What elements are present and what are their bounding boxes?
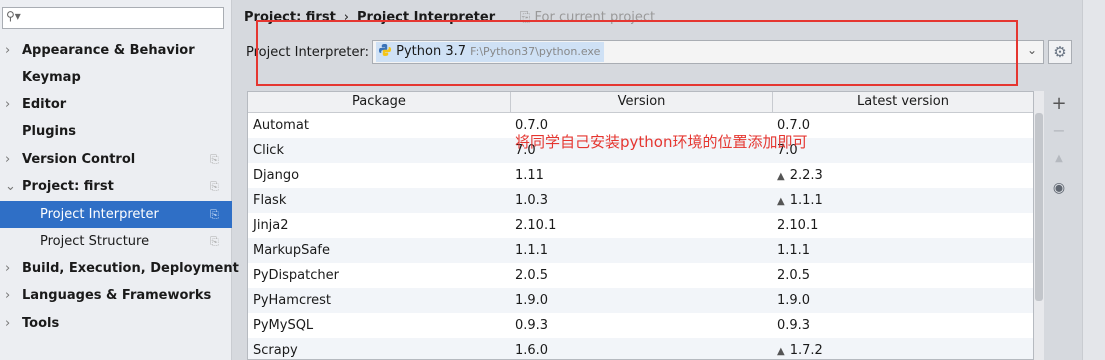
column-header-version[interactable]: Version [511, 92, 773, 112]
annotation-text: 将同学自己安装python环境的位置添加即可 [515, 133, 808, 151]
chevron-right-icon[interactable]: › [5, 310, 10, 337]
package-latest-version-cell: ▲ 1.7.2 [777, 343, 823, 358]
table-scrollbar[interactable] [1034, 91, 1044, 360]
package-name-cell: PyDispatcher [253, 268, 339, 283]
interpreter-settings-button[interactable]: ⚙ [1048, 40, 1072, 64]
package-latest-version-cell: 0.9.3 [777, 318, 811, 333]
package-version-cell: 1.6.0 [515, 343, 549, 358]
table-row[interactable]: PyHamcrest 1.9.0 1.9.0 [248, 288, 1033, 313]
table-row[interactable]: MarkupSafe 1.1.1 1.1.1 [248, 238, 1033, 263]
package-name-cell: MarkupSafe [253, 243, 330, 258]
package-name-cell: Automat [253, 118, 309, 133]
minus-icon: − [1052, 121, 1066, 140]
upgrade-available-icon: ▲ [777, 196, 785, 207]
gear-icon: ⚙ [1053, 43, 1067, 61]
sidebar-item-label: Project Interpreter [40, 207, 159, 222]
sidebar-item-label: Appearance & Behavior [22, 43, 195, 58]
table-row[interactable]: PyMySQL 0.9.3 0.9.3 [248, 313, 1033, 338]
package-name-cell: Django [253, 168, 300, 183]
table-row[interactable]: Django 1.11 ▲ 2.2.3 [248, 163, 1033, 188]
sidebar-item-label: Build, Execution, Deployment [22, 261, 239, 276]
table-row[interactable]: Flask 1.0.3 ▲ 1.1.1 [248, 188, 1033, 213]
package-name-cell: Click [253, 143, 284, 158]
package-name-cell: PyHamcrest [253, 293, 332, 308]
package-latest-version-cell: 1.1.1 [777, 243, 811, 258]
table-row[interactable]: Scrapy 1.6.0 ▲ 1.7.2 [248, 338, 1033, 359]
chevron-right-icon[interactable]: › [5, 255, 10, 282]
sidebar-item-label: Keymap [22, 70, 81, 85]
plus-icon: + [1051, 93, 1067, 114]
show-early-releases-button[interactable]: ◉ [1046, 180, 1072, 196]
upgrade-icon: ▲ [1055, 153, 1063, 164]
package-version-cell: 2.10.1 [515, 218, 557, 233]
package-latest-version-cell: ▲ 2.2.3 [777, 168, 823, 183]
package-version-cell: 1.9.0 [515, 293, 549, 308]
package-latest-version-cell: 2.0.5 [777, 268, 811, 283]
table-row[interactable]: Jinja2 2.10.1 2.10.1 [248, 213, 1033, 238]
sidebar-item-keymap[interactable]: Keymap [0, 64, 232, 91]
upgrade-available-icon: ▲ [777, 171, 785, 182]
package-name-cell: Flask [253, 193, 287, 208]
package-name-cell: Jinja2 [253, 218, 289, 233]
package-latest-version-cell: 2.10.1 [777, 218, 819, 233]
sidebar-item-appearance-behavior[interactable]: › Appearance & Behavior [0, 37, 232, 64]
remove-package-button[interactable]: − [1046, 121, 1072, 140]
eye-icon: ◉ [1052, 180, 1066, 196]
upgrade-package-button[interactable]: ▲ [1046, 153, 1072, 164]
package-version-cell: 1.1.1 [515, 243, 549, 258]
upgrade-available-icon: ▲ [777, 346, 785, 357]
sidebar-item-languages-frameworks[interactable]: › Languages & Frameworks [0, 282, 232, 309]
sidebar-item-label: Plugins [22, 124, 76, 139]
project-scope-icon: ⎘ [210, 180, 219, 193]
sidebar-item-tools[interactable]: › Tools [0, 310, 232, 337]
chevron-right-icon[interactable]: › [5, 146, 10, 173]
package-name-cell: Scrapy [253, 343, 298, 358]
sidebar-item-plugins[interactable]: Plugins [0, 118, 232, 145]
chevron-down-icon[interactable]: ⌄ [1027, 43, 1037, 57]
sidebar-item-label: Version Control [22, 152, 136, 167]
sidebar-item-version-control[interactable]: › Version Control ⎘ [0, 146, 232, 173]
chevron-right-icon[interactable]: › [5, 37, 10, 64]
sidebar-item-label: Tools [22, 316, 60, 331]
sidebar-item-label: Languages & Frameworks [22, 288, 212, 303]
sidebar-item-editor[interactable]: › Editor [0, 91, 232, 118]
sidebar-item-label: Project: first [22, 179, 114, 194]
chevron-down-icon[interactable]: ⌄ [5, 173, 16, 200]
settings-search-input[interactable]: ⚲▾ [2, 7, 224, 29]
search-icon: ⚲▾ [6, 9, 21, 23]
sidebar-item-label: Editor [22, 97, 67, 112]
settings-sidebar: ⚲▾ › Appearance & Behavior Keymap › Editor Pl… [0, 0, 239, 360]
column-header-package[interactable]: Package [248, 92, 511, 112]
window-edge [1082, 0, 1105, 360]
chevron-right-icon[interactable]: › [5, 282, 10, 309]
column-header-latest-version[interactable]: Latest version [773, 92, 1033, 112]
package-latest-version-cell: 1.9.0 [777, 293, 811, 308]
package-name-cell: PyMySQL [253, 318, 314, 333]
sidebar-item-build-execution-deployment[interactable]: › Build, Execution, Deployment [0, 255, 239, 282]
package-latest-version-cell: ▲ 1.1.1 [777, 193, 823, 208]
chevron-right-icon[interactable]: › [5, 91, 10, 118]
table-header: Package Version Latest version [248, 92, 1033, 113]
project-scope-icon: ⎘ [210, 153, 219, 166]
sidebar-item-project-first[interactable]: ⌄ Project: first ⎘ [0, 173, 232, 200]
highlight-box [256, 20, 1018, 86]
sidebar-item-label: Project Structure [40, 234, 150, 249]
add-package-button[interactable]: + [1046, 93, 1072, 114]
package-version-cell: 0.9.3 [515, 318, 549, 333]
project-scope-icon: ⎘ [210, 208, 219, 221]
package-version-cell: 2.0.5 [515, 268, 549, 283]
table-row[interactable]: PyDispatcher 2.0.5 2.0.5 [248, 263, 1033, 288]
package-version-cell: 1.0.3 [515, 193, 549, 208]
scrollbar-thumb[interactable] [1035, 113, 1043, 301]
project-scope-icon: ⎘ [210, 235, 219, 248]
sidebar-item-project-structure[interactable]: Project Structure ⎘ [0, 228, 232, 255]
package-version-cell: 1.11 [515, 168, 544, 183]
sidebar-item-project-interpreter[interactable]: Project Interpreter ⎘ [0, 201, 232, 228]
